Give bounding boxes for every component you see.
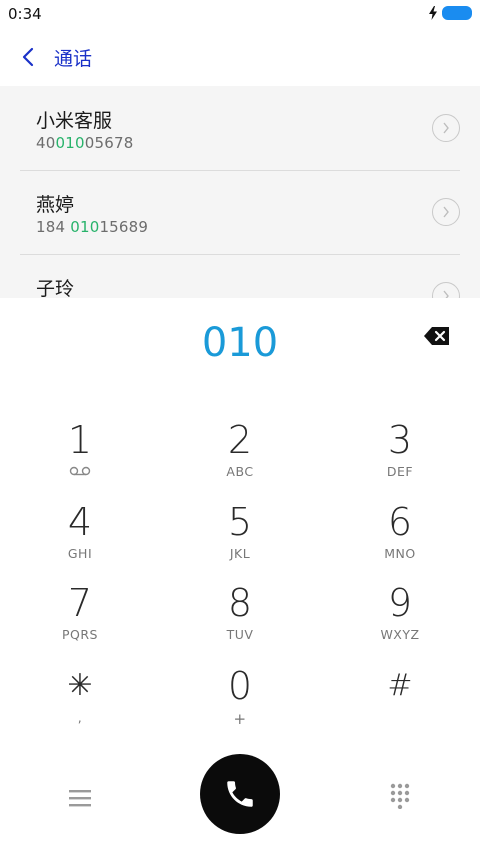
key-letters: PQRS xyxy=(62,627,98,642)
contact-results-list: 小米客服 4001005678 燕婷 184 01015689 子玲 xyxy=(0,86,480,298)
key-hash[interactable]: # xyxy=(320,664,480,746)
key-letters: DEF xyxy=(386,464,414,479)
key-letters: , xyxy=(77,710,83,725)
menu-icon xyxy=(69,790,91,807)
voicemail-icon xyxy=(69,466,91,476)
status-time: 0:34 xyxy=(8,5,42,23)
key-digit: 4 xyxy=(67,500,93,544)
key-6[interactable]: 6 MNO xyxy=(320,500,480,582)
key-digit: 3 xyxy=(387,418,413,462)
key-letters: TUV xyxy=(226,627,254,642)
keypad-toggle-button[interactable] xyxy=(384,780,416,812)
key-letters: GHI xyxy=(67,546,93,561)
dialpad: 010 1 2 ABC 3 DEF 4 GHI 5 JKL 6 MNO 7 PQ… xyxy=(0,298,480,853)
contact-number: 4001005678 xyxy=(36,134,134,152)
contact-name: 燕婷 xyxy=(36,194,75,216)
menu-button[interactable] xyxy=(64,782,96,814)
key-digit: 9 xyxy=(387,581,413,625)
key-8[interactable]: 8 TUV xyxy=(160,581,320,663)
key-3[interactable]: 3 DEF xyxy=(320,418,480,500)
key-digit: 8 xyxy=(227,581,253,625)
back-icon xyxy=(22,47,34,67)
key-letters: WXYZ xyxy=(380,627,420,642)
phone-icon xyxy=(227,781,253,807)
contact-row[interactable]: 燕婷 184 01015689 xyxy=(20,170,460,255)
contact-name: 子玲 xyxy=(36,278,75,298)
charging-icon xyxy=(429,6,437,20)
keypad-icon xyxy=(390,783,410,809)
contact-number: 184 01015689 xyxy=(36,218,149,236)
chevron-right-icon xyxy=(443,290,449,298)
key-digit: 0 xyxy=(227,664,253,708)
back-button[interactable] xyxy=(14,42,42,72)
contact-row[interactable]: 子玲 xyxy=(20,254,460,298)
contact-name: 小米客服 xyxy=(36,110,113,132)
key-letters: + xyxy=(233,710,247,728)
page-title: 通话 xyxy=(54,48,93,70)
dialpad-bottom-bar xyxy=(0,754,480,853)
key-digit: 1 xyxy=(67,418,93,462)
number-match-highlight: 010 xyxy=(70,218,100,236)
contact-detail-button[interactable] xyxy=(432,282,460,298)
chevron-right-icon xyxy=(443,206,449,218)
call-button[interactable] xyxy=(200,754,280,834)
battery-icon xyxy=(442,6,472,20)
contact-detail-button[interactable] xyxy=(432,198,460,226)
backspace-button[interactable] xyxy=(424,326,450,346)
app-header: 通话 xyxy=(0,28,480,86)
contact-detail-button[interactable] xyxy=(432,114,460,142)
key-letters: JKL xyxy=(229,546,251,561)
key-star[interactable]: ✳ , xyxy=(0,664,160,746)
key-9[interactable]: 9 WXYZ xyxy=(320,581,480,663)
key-digit: 7 xyxy=(67,581,93,625)
key-digit: ✳ xyxy=(67,668,93,703)
key-digit: 5 xyxy=(227,500,253,544)
key-1[interactable]: 1 xyxy=(0,418,160,500)
contact-row[interactable]: 小米客服 4001005678 xyxy=(20,86,460,171)
chevron-right-icon xyxy=(443,122,449,134)
backspace-icon xyxy=(424,327,449,345)
key-5[interactable]: 5 JKL xyxy=(160,500,320,582)
key-2[interactable]: 2 ABC xyxy=(160,418,320,500)
key-letters: ABC xyxy=(226,464,254,479)
key-4[interactable]: 4 GHI xyxy=(0,500,160,582)
status-bar: 0:34 xyxy=(0,0,480,28)
key-digit: 2 xyxy=(227,418,253,462)
key-7[interactable]: 7 PQRS xyxy=(0,581,160,663)
key-0[interactable]: 0 + xyxy=(160,664,320,746)
key-digit: 6 xyxy=(387,500,413,544)
number-match-highlight: 010 xyxy=(55,134,85,152)
dialed-number-display: 010 xyxy=(201,320,279,366)
status-icons xyxy=(428,6,472,20)
key-digit: # xyxy=(387,668,413,703)
key-letters: MNO xyxy=(384,546,416,561)
